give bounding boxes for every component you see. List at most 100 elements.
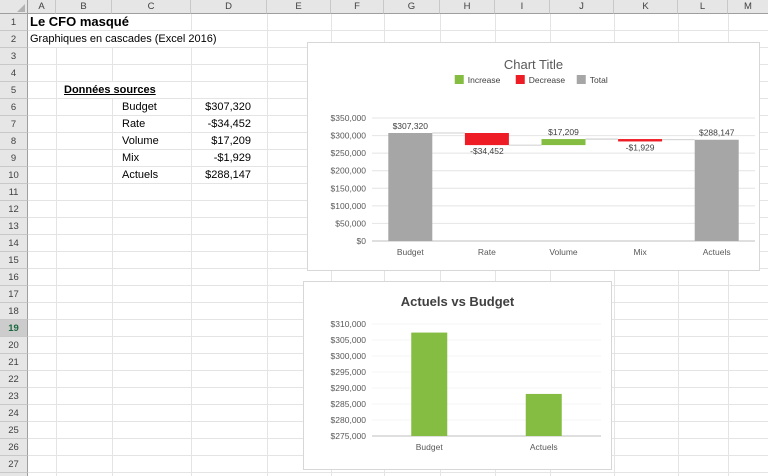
column-header-C[interactable]: C	[112, 0, 191, 14]
y-tick-label: $305,000	[331, 335, 367, 345]
row-header-20[interactable]: 20	[0, 337, 28, 354]
legend-swatch-increase[interactable]	[455, 75, 464, 84]
data-label: $288,147	[699, 128, 735, 138]
legend-swatch-total[interactable]	[577, 75, 586, 84]
row-header-24[interactable]: 24	[0, 405, 28, 422]
chart-title[interactable]: Chart Title	[504, 57, 563, 72]
y-tick-label: $280,000	[331, 415, 367, 425]
column-header-A[interactable]: A	[28, 0, 56, 14]
cell-data-sources-header[interactable]: Données sources	[64, 82, 156, 98]
row-header-19[interactable]: 19	[0, 320, 28, 337]
cell-label-rate[interactable]: Rate	[122, 116, 145, 132]
y-tick-label: $275,000	[331, 431, 367, 441]
y-tick-label: $150,000	[331, 183, 367, 193]
grid-vline	[56, 14, 57, 476]
cell-label-volume[interactable]: Volume	[122, 133, 159, 149]
y-tick-label: $350,000	[331, 113, 367, 123]
row-header-12[interactable]: 12	[0, 201, 28, 218]
column-header-L[interactable]: L	[678, 0, 728, 14]
cell-value-actuels[interactable]: $288,147	[192, 167, 259, 183]
select-all-corner[interactable]	[0, 0, 28, 14]
y-tick-label: $200,000	[331, 166, 367, 176]
row-header-6[interactable]: 6	[0, 99, 28, 116]
legend-label-increase[interactable]: Increase	[468, 75, 501, 85]
row-header-11[interactable]: 11	[0, 184, 28, 201]
waterfall-chart[interactable]: Chart TitleIncrease Decrease Total $0 $50,00…	[307, 42, 760, 271]
cell-label-budget[interactable]: Budget	[122, 99, 157, 115]
data-label: $307,320	[393, 121, 429, 131]
row-header-17[interactable]: 17	[0, 286, 28, 303]
column-header-M[interactable]: M	[728, 0, 768, 14]
legend-label-total[interactable]: Total	[590, 75, 608, 85]
column-header-K[interactable]: K	[614, 0, 678, 14]
data-label: -$1,929	[626, 142, 655, 152]
row-header-21[interactable]: 21	[0, 354, 28, 371]
x-tick-label: Budget	[397, 247, 425, 257]
row-header-27[interactable]: 27	[0, 456, 28, 473]
column-header-G[interactable]: G	[384, 0, 440, 14]
grid-hline	[28, 472, 768, 473]
bar-chart[interactable]: Actuels vs Budget $275,000 $280,000 $285,00…	[303, 281, 612, 470]
row-header-14[interactable]: 14	[0, 235, 28, 252]
waterfall-bar-volume[interactable]	[542, 139, 586, 145]
row-header-2[interactable]: 2	[0, 31, 28, 48]
row-header-16[interactable]: 16	[0, 269, 28, 286]
bar-actuels[interactable]	[526, 394, 562, 436]
row-header-22[interactable]: 22	[0, 371, 28, 388]
waterfall-bar-budget[interactable]	[388, 133, 432, 241]
y-tick-label: $0	[357, 236, 367, 246]
x-tick-label: Actuels	[530, 442, 558, 452]
column-header-H[interactable]: H	[440, 0, 495, 14]
y-tick-label: $100,000	[331, 201, 367, 211]
bar-chart-svg: Actuels vs Budget $275,000 $280,000 $285,00…	[304, 282, 611, 469]
row-header-10[interactable]: 10	[0, 167, 28, 184]
column-header-J[interactable]: J	[550, 0, 614, 14]
row-header-9[interactable]: 9	[0, 150, 28, 167]
x-tick-label: Actuels	[703, 247, 731, 257]
y-tick-label: $310,000	[331, 319, 367, 329]
row-header-4[interactable]: 4	[0, 65, 28, 82]
waterfall-chart-svg: Chart TitleIncrease Decrease Total $0 $50,00…	[308, 43, 759, 270]
column-header-E[interactable]: E	[267, 0, 331, 14]
row-header-1[interactable]: 1	[0, 14, 28, 31]
cell-value-budget[interactable]: $307,320	[192, 99, 259, 115]
column-header-B[interactable]: B	[56, 0, 112, 14]
row-header-13[interactable]: 13	[0, 218, 28, 235]
cell-value-volume[interactable]: $17,209	[192, 133, 259, 149]
row-header-23[interactable]: 23	[0, 388, 28, 405]
select-all-triangle-icon	[17, 4, 25, 12]
row-header-15[interactable]: 15	[0, 252, 28, 269]
cell-value-mix[interactable]: -$1,929	[192, 150, 259, 166]
legend-label-decrease[interactable]: Decrease	[529, 75, 566, 85]
bar-budget[interactable]	[411, 333, 447, 436]
y-tick-label: $285,000	[331, 399, 367, 409]
cell-value-rate[interactable]: -$34,452	[192, 116, 259, 132]
row-header-8[interactable]: 8	[0, 133, 28, 150]
x-tick-label: Mix	[633, 247, 647, 257]
y-tick-label: $295,000	[331, 367, 367, 377]
row-header-26[interactable]: 26	[0, 439, 28, 456]
y-tick-label: $290,000	[331, 383, 367, 393]
waterfall-bar-actuels[interactable]	[695, 140, 739, 241]
cell-sheet-title[interactable]: Le CFO masqué	[30, 14, 129, 30]
grid-vline	[267, 14, 268, 476]
cell-label-mix[interactable]: Mix	[122, 150, 139, 166]
waterfall-bar-rate[interactable]	[465, 133, 509, 145]
waterfall-bar-mix[interactable]	[618, 139, 662, 141]
row-header-5[interactable]: 5	[0, 82, 28, 99]
y-tick-label: $300,000	[331, 131, 367, 141]
cell-label-actuels[interactable]: Actuels	[122, 167, 158, 183]
column-header-D[interactable]: D	[191, 0, 267, 14]
column-header-I[interactable]: I	[495, 0, 550, 14]
row-header-18[interactable]: 18	[0, 303, 28, 320]
chart-title[interactable]: Actuels vs Budget	[401, 294, 515, 309]
row-header-25[interactable]: 25	[0, 422, 28, 439]
column-header-F[interactable]: F	[331, 0, 384, 14]
row-header-7[interactable]: 7	[0, 116, 28, 133]
data-label: $17,209	[548, 127, 579, 137]
x-tick-label: Budget	[416, 442, 444, 452]
cell-sheet-subtitle[interactable]: Graphiques en cascades (Excel 2016)	[30, 31, 217, 47]
legend-swatch-decrease[interactable]	[516, 75, 525, 84]
row-header-3[interactable]: 3	[0, 48, 28, 65]
y-tick-label: $50,000	[335, 218, 366, 228]
